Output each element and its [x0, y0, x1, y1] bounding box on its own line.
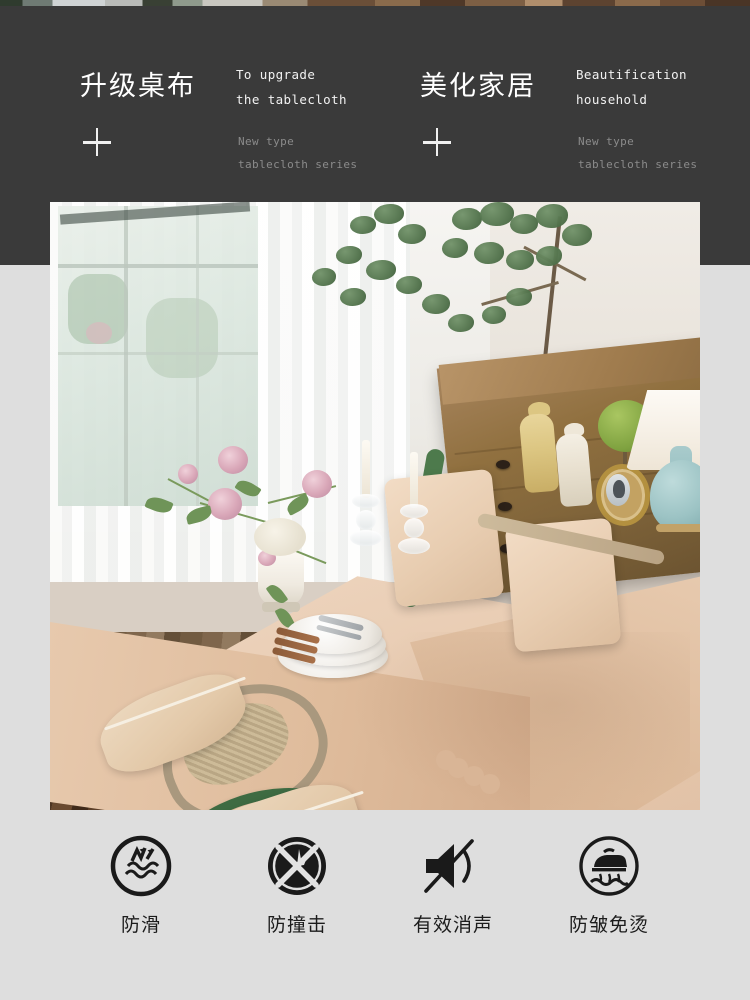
tree-foliage: [422, 294, 450, 314]
tablecloth-shading: [350, 632, 690, 810]
headline-sub-line2: tablecloth series: [578, 158, 698, 171]
window-mullion: [196, 206, 199, 506]
plus-icon: [423, 128, 453, 158]
tablecloth-scallop: [436, 750, 456, 770]
tree-foliage: [312, 268, 336, 286]
headline-en-line2: household: [576, 92, 648, 107]
headline-en-line1: Beautification: [576, 67, 687, 82]
tree-foliage: [442, 238, 468, 258]
feature-label: 防皱免烫: [568, 915, 649, 936]
mute-sound-icon: [403, 830, 503, 902]
anti-impact-icon: [247, 830, 347, 902]
headline-en-line1: To upgrade: [236, 67, 316, 82]
ceramic-jar-yellow: [518, 412, 560, 494]
tree-foliage: [506, 288, 532, 306]
cameo-silhouette: [613, 480, 625, 498]
product-detail-page: 升级桌布 To upgrade the tablecloth New type …: [0, 0, 750, 1000]
white-candle: [362, 440, 370, 498]
glass-candlestick: [404, 518, 424, 538]
white-candle: [410, 452, 418, 508]
tree-foliage: [452, 208, 482, 230]
tree-foliage: [536, 204, 568, 228]
tree-foliage: [396, 276, 422, 294]
lamp-foot: [656, 524, 700, 532]
headline-cn-title: 升级桌布: [80, 71, 196, 101]
tree-foliage: [536, 246, 562, 266]
product-lifestyle-photo: [50, 202, 700, 810]
white-blossoms: [254, 518, 306, 556]
tree-foliage: [374, 204, 404, 224]
tablecloth-scallop: [480, 774, 500, 794]
feature-anti-slip: 防滑: [91, 830, 191, 960]
tree-foliage: [398, 224, 426, 244]
tree-foliage: [350, 216, 376, 234]
glass-candlestick: [356, 510, 376, 530]
tree-foliage: [340, 288, 366, 306]
headline-sub-line1: New type: [578, 135, 635, 148]
headline-subtitle: New type tablecloth series: [578, 130, 697, 176]
tree-foliage: [506, 250, 534, 270]
feature-label: 有效消声: [412, 915, 493, 936]
feature-label: 防滑: [120, 915, 161, 936]
glass-candlestick: [398, 538, 430, 554]
window-mullion: [58, 264, 258, 268]
ceramic-jar-white: [554, 432, 594, 508]
window-flower: [86, 322, 112, 344]
pink-rose: [208, 488, 242, 520]
wrinkle-free-iron-icon: [559, 830, 659, 902]
feature-label: 防撞击: [266, 915, 327, 936]
table-lamp-base: [650, 460, 700, 532]
tree-foliage: [448, 314, 474, 332]
drawer-knob[interactable]: [498, 502, 512, 511]
plus-icon: [83, 128, 113, 158]
pink-rose: [178, 464, 198, 484]
window-mullion: [124, 206, 128, 506]
feature-mute-sound: 有效消声: [403, 830, 503, 960]
tree-foliage: [482, 306, 506, 324]
tree-foliage: [510, 214, 538, 234]
tree-foliage: [480, 202, 514, 226]
tree-foliage: [562, 224, 592, 246]
drawer-knob[interactable]: [496, 460, 510, 469]
tree-foliage: [366, 260, 396, 280]
pink-rose: [302, 470, 332, 498]
headline-subtitle: New type tablecloth series: [238, 130, 357, 176]
headline-sub-line2: tablecloth series: [238, 158, 358, 171]
beige-pillow: [383, 468, 505, 608]
headline-en-title: To upgrade the tablecloth: [236, 62, 347, 112]
feature-wrinkle-free: 防皱免烫: [559, 830, 659, 960]
tree-foliage: [336, 246, 362, 264]
glass-candlestick: [352, 494, 380, 508]
headline-sub-line1: New type: [238, 135, 295, 148]
glass-candlestick: [400, 504, 428, 518]
pink-rose: [218, 446, 248, 474]
anti-slip-icon: [91, 830, 191, 902]
feature-anti-impact: 防撞击: [247, 830, 347, 960]
headline-en-title: Beautification household: [576, 62, 687, 112]
headline-cn-title: 美化家居: [420, 71, 536, 101]
tree-foliage: [474, 242, 504, 264]
window-foliage: [146, 298, 218, 378]
glass-candlestick: [350, 530, 382, 546]
feature-list: 防滑 防撞击 有效消声 防皱免烫: [0, 830, 750, 960]
headline-en-line2: the tablecloth: [236, 92, 347, 107]
window-mullion: [58, 352, 258, 355]
